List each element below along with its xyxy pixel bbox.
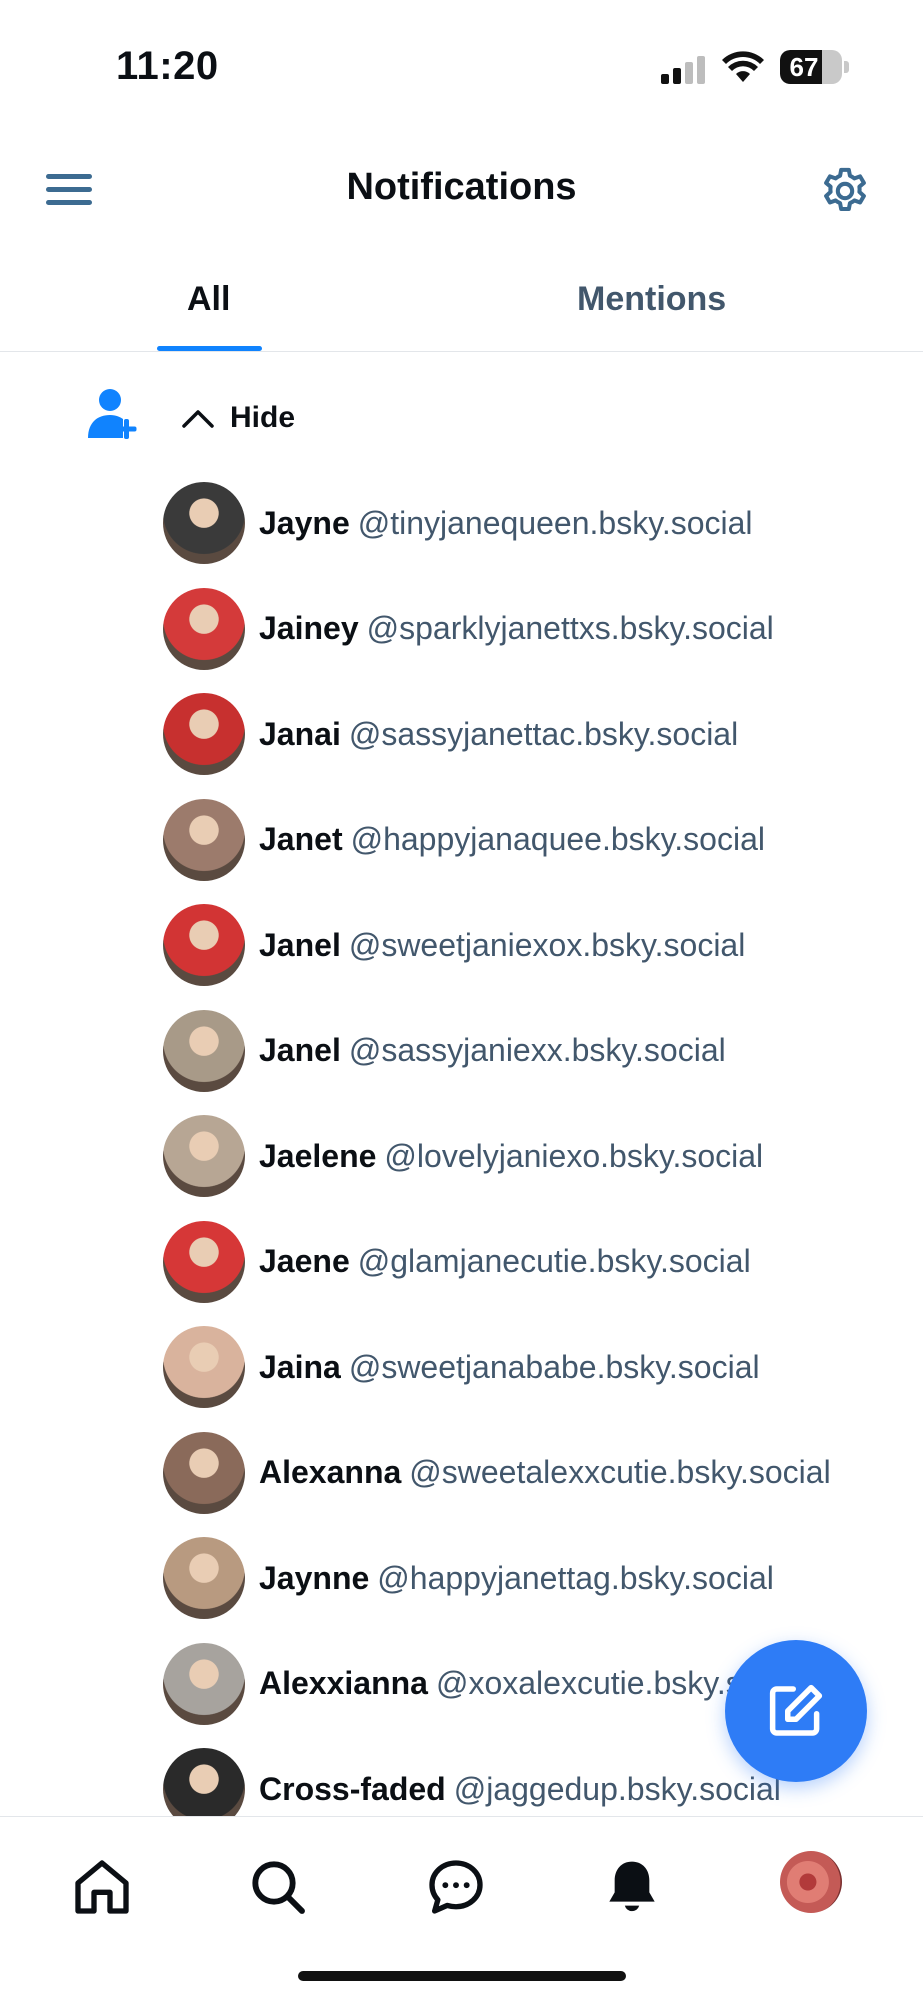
follower-handle: @happyjanettag.bsky.social	[377, 1559, 774, 1596]
follower-name: Jaynne	[259, 1559, 370, 1596]
follower-handle: @lovelyjaniexo.bsky.social	[384, 1137, 764, 1174]
gear-icon[interactable]	[818, 164, 872, 218]
follower-handle: @sparklyjanettxs.bsky.social	[366, 610, 774, 646]
follower-row[interactable]: Jaene @glamjanecutie.bsky.social	[163, 1220, 923, 1304]
avatar[interactable]	[163, 587, 245, 670]
follower-handle: @jaggedup.bsky.social	[453, 1770, 781, 1807]
follower-text: Cross-faded @jaggedup.bsky.social	[259, 1771, 781, 1808]
follower-row[interactable]: Jaina @sweetjanababe.bsky.social	[163, 1325, 923, 1409]
avatar[interactable]	[163, 1642, 245, 1725]
follower-text: Janet @happyjanaquee.bsky.social	[259, 821, 765, 858]
follower-handle: @sassyjaniexx.bsky.social	[348, 1032, 726, 1068]
profile-avatar[interactable]	[780, 1851, 842, 1913]
follower-name: Janel	[259, 1032, 341, 1068]
follower-name: Alexxianna	[259, 1665, 428, 1701]
home-indicator	[298, 1971, 626, 1981]
avatar[interactable]	[163, 798, 245, 881]
hide-group-toggle[interactable]: Hide	[180, 396, 295, 440]
follower-text: Janai @sassyjanettac.bsky.social	[259, 716, 738, 753]
follower-row[interactable]: Jayne @tinyjanequeen.bsky.social	[163, 481, 923, 565]
follower-name: Janel	[259, 926, 341, 963]
page-title: Notifications	[346, 166, 577, 208]
follower-text: Jaene @glamjanecutie.bsky.social	[259, 1243, 751, 1280]
follower-name: Janet	[259, 821, 343, 857]
cellular-signal-icon	[661, 56, 709, 84]
avatar[interactable]	[163, 904, 245, 986]
follower-name: Jayne	[259, 504, 350, 541]
follower-handle: @tinyjanequeen.bsky.social	[357, 504, 753, 541]
search-icon[interactable]	[246, 1855, 310, 1919]
compose-button[interactable]	[725, 1640, 867, 1782]
follower-name: Jainey	[259, 610, 359, 646]
follower-name: Jaelene	[259, 1137, 377, 1174]
follower-row[interactable]: Jaynne @happyjanettag.bsky.social	[163, 1536, 923, 1620]
avatar[interactable]	[163, 1537, 245, 1619]
battery-nub	[844, 61, 849, 73]
selected-tab-indicator	[157, 346, 262, 351]
battery-icon: 67	[780, 50, 842, 84]
battery-percent: 67	[789, 52, 819, 82]
follower-text: Jaynne @happyjanettag.bsky.social	[259, 1560, 774, 1597]
follower-name: Alexanna	[259, 1454, 402, 1490]
person-plus-icon	[88, 389, 137, 439]
follower-text: Alexxianna @xoxalexcutie.bsky.social	[259, 1665, 808, 1702]
tab-all[interactable]: All	[187, 280, 230, 319]
follower-text: Jayne @tinyjanequeen.bsky.social	[259, 505, 753, 542]
follower-handle: @sweetjanababe.bsky.social	[348, 1348, 760, 1385]
follower-handle: @glamjanecutie.bsky.social	[357, 1243, 751, 1279]
follower-text: Alexanna @sweetalexxcutie.bsky.social	[259, 1454, 831, 1491]
status-time: 11:20	[116, 44, 219, 88]
avatar[interactable]	[163, 1326, 245, 1408]
follower-handle: @happyjanaquee.bsky.social	[350, 821, 765, 857]
follower-name: Jaene	[259, 1243, 350, 1279]
status-bar: 11:20 67	[0, 0, 923, 120]
avatar[interactable]	[163, 1431, 245, 1514]
header: Notifications	[0, 140, 923, 240]
chevron-up-icon	[182, 410, 214, 428]
follower-text: Jainey @sparklyjanettxs.bsky.social	[259, 610, 774, 647]
follower-row[interactable]: Janai @sassyjanettac.bsky.social	[163, 692, 923, 776]
follower-row[interactable]: Janel @sweetjaniexox.bsky.social	[163, 903, 923, 987]
follower-name: Jaina	[259, 1348, 341, 1385]
tab-mentions[interactable]: Mentions	[577, 280, 726, 319]
wifi-icon	[722, 51, 764, 82]
avatar[interactable]	[163, 693, 245, 775]
avatar[interactable]	[163, 1009, 245, 1092]
follower-row[interactable]: Jaelene @lovelyjaniexo.bsky.social	[163, 1114, 923, 1198]
follower-handle: @sassyjanettac.bsky.social	[348, 715, 739, 752]
follower-text: Janel @sassyjaniexx.bsky.social	[259, 1032, 726, 1069]
follower-name: Cross-faded	[259, 1770, 446, 1807]
hide-label: Hide	[230, 401, 296, 434]
follower-text: Janel @sweetjaniexox.bsky.social	[259, 927, 745, 964]
follower-text: Jaina @sweetjanababe.bsky.social	[259, 1349, 760, 1386]
follower-name: Janai	[259, 715, 341, 752]
avatar[interactable]	[163, 1115, 245, 1197]
follower-text: Jaelene @lovelyjaniexo.bsky.social	[259, 1138, 763, 1175]
follower-row[interactable]: Alexanna @sweetalexxcutie.bsky.social	[163, 1431, 923, 1515]
follower-row[interactable]: Janel @sassyjaniexx.bsky.social	[163, 1009, 923, 1093]
home-icon[interactable]	[70, 1855, 134, 1919]
avatar[interactable]	[163, 482, 245, 564]
bell-icon[interactable]	[600, 1855, 664, 1919]
follower-handle: @sweetalexxcutie.bsky.social	[409, 1454, 831, 1490]
notification-tabs: All Mentions	[0, 262, 923, 352]
chat-icon[interactable]	[424, 1855, 488, 1919]
compose-icon	[769, 1684, 823, 1736]
avatar[interactable]	[163, 1220, 245, 1303]
follower-row[interactable]: Jainey @sparklyjanettxs.bsky.social	[163, 587, 923, 671]
follower-row[interactable]: Janet @happyjanaquee.bsky.social	[163, 798, 923, 882]
follower-handle: @sweetjaniexox.bsky.social	[348, 926, 746, 963]
